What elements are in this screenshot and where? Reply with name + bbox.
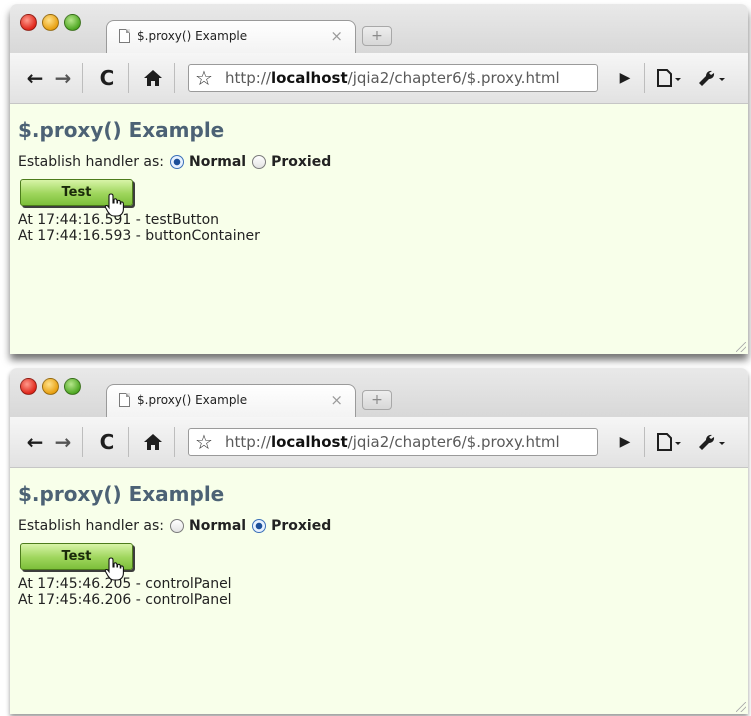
handler-label: Establish handler as: xyxy=(18,518,165,534)
home-icon[interactable] xyxy=(140,427,166,457)
page-icon xyxy=(119,29,130,43)
play-icon[interactable]: ▶ xyxy=(614,63,636,93)
handler-label: Establish handler as: xyxy=(18,154,165,170)
radio-proxied-label[interactable]: Proxied xyxy=(271,154,331,170)
reload-icon[interactable]: C xyxy=(94,63,120,93)
minimize-window-button[interactable] xyxy=(42,14,59,31)
page-menu-icon[interactable] xyxy=(652,427,688,457)
browser-chrome: $.proxy() Example × + ← → C ☆ http://loc… xyxy=(10,368,748,469)
wrench-menu-icon[interactable] xyxy=(694,63,734,93)
star-icon[interactable]: ☆ xyxy=(195,65,213,91)
url-text[interactable]: http://localhost/jqia2/chapter6/$.proxy.… xyxy=(225,65,560,91)
back-arrow-icon[interactable]: ← xyxy=(24,63,46,93)
radio-normal-label[interactable]: Normal xyxy=(189,518,246,534)
window-controls xyxy=(20,14,81,31)
forward-arrow-icon[interactable]: → xyxy=(52,63,74,93)
browser-window-proxied: $.proxy() Example × + ← → C ☆ http://loc… xyxy=(10,368,748,714)
hand-cursor-icon xyxy=(104,557,124,581)
plus-icon: + xyxy=(371,28,383,44)
play-icon[interactable]: ▶ xyxy=(614,427,636,457)
plus-icon: + xyxy=(371,392,383,408)
page-title: $.proxy() Example xyxy=(18,118,225,142)
browser-tab[interactable]: $.proxy() Example × xyxy=(106,384,356,417)
page-content: $.proxy() Example Establish handler as: … xyxy=(10,468,748,714)
reload-icon[interactable]: C xyxy=(94,427,120,457)
radio-normal[interactable] xyxy=(170,155,185,169)
log-entry: At 17:44:16.593 - buttonContainer xyxy=(18,228,260,244)
log-entry: At 17:44:16.591 - testButton xyxy=(18,212,220,228)
url-text[interactable]: http://localhost/jqia2/chapter6/$.proxy.… xyxy=(225,429,560,455)
address-bar[interactable]: ☆ http://localhost/jqia2/chapter6/$.prox… xyxy=(188,64,598,92)
radio-proxied[interactable] xyxy=(252,155,267,169)
tab-strip: $.proxy() Example × + xyxy=(10,368,748,417)
minimize-window-button[interactable] xyxy=(42,378,59,395)
star-icon[interactable]: ☆ xyxy=(195,429,213,455)
zoom-window-button[interactable] xyxy=(64,14,81,31)
radio-normal[interactable] xyxy=(170,519,185,533)
page-title: $.proxy() Example xyxy=(18,482,225,506)
address-bar[interactable]: ☆ http://localhost/jqia2/chapter6/$.prox… xyxy=(188,428,598,456)
tab-close-icon[interactable]: × xyxy=(330,27,343,45)
browser-toolbar: ← → C ☆ http://localhost/jqia2/chapter6/… xyxy=(10,53,748,103)
radio-proxied[interactable] xyxy=(252,519,267,533)
close-window-button[interactable] xyxy=(20,378,37,395)
event-log: At 17:44:16.591 - testButton At 17:44:16… xyxy=(18,212,260,244)
browser-tab[interactable]: $.proxy() Example × xyxy=(106,20,356,53)
zoom-window-button[interactable] xyxy=(64,378,81,395)
resize-grip[interactable] xyxy=(736,342,746,352)
close-window-button[interactable] xyxy=(20,14,37,31)
radio-normal-label[interactable]: Normal xyxy=(189,154,246,170)
window-controls xyxy=(20,378,81,395)
resize-grip[interactable] xyxy=(736,702,746,712)
page-icon xyxy=(119,393,130,407)
handler-options: Establish handler as: Normal Proxied xyxy=(18,518,331,534)
new-tab-button[interactable]: + xyxy=(362,26,392,46)
wrench-menu-icon[interactable] xyxy=(694,427,734,457)
radio-proxied-label[interactable]: Proxied xyxy=(271,518,331,534)
forward-arrow-icon[interactable]: → xyxy=(52,427,74,457)
tab-title: $.proxy() Example xyxy=(137,393,248,407)
browser-toolbar: ← → C ☆ http://localhost/jqia2/chapter6/… xyxy=(10,417,748,467)
browser-window-normal: $.proxy() Example × + ← → C ☆ http://loc… xyxy=(10,4,748,354)
hand-cursor-icon xyxy=(104,193,124,217)
browser-chrome: $.proxy() Example × + ← → C ☆ http://loc… xyxy=(10,4,748,105)
handler-options: Establish handler as: Normal Proxied xyxy=(18,154,331,170)
home-icon[interactable] xyxy=(140,63,166,93)
page-content: $.proxy() Example Establish handler as: … xyxy=(10,104,748,354)
tab-title: $.proxy() Example xyxy=(137,29,248,43)
tab-close-icon[interactable]: × xyxy=(330,391,343,409)
back-arrow-icon[interactable]: ← xyxy=(24,427,46,457)
tab-strip: $.proxy() Example × + xyxy=(10,4,748,53)
new-tab-button[interactable]: + xyxy=(362,390,392,410)
log-entry: At 17:45:46.206 - controlPanel xyxy=(18,592,232,608)
page-menu-icon[interactable] xyxy=(652,63,688,93)
